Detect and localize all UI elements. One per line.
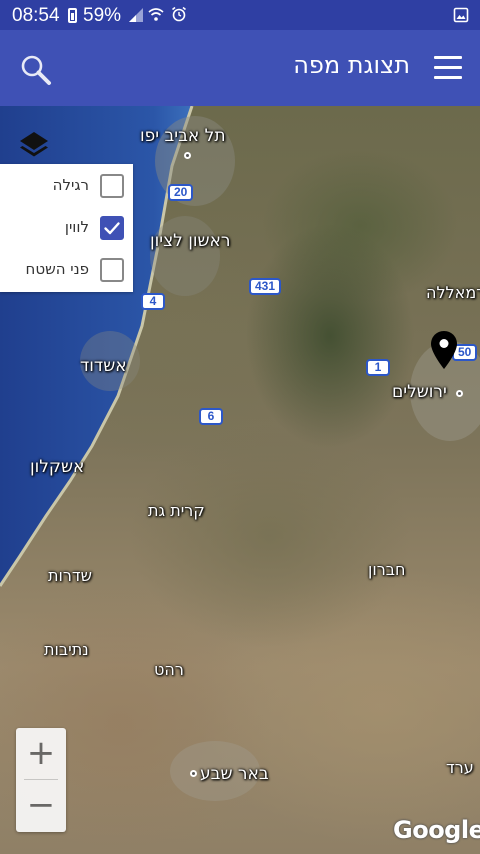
city-label-ashkelon: אשקלון: [30, 457, 85, 477]
city-dot: [184, 152, 191, 159]
city-label-kiryat-gat: קרית גת: [148, 501, 205, 520]
layer-option-label: לווין: [64, 218, 89, 236]
city-label-arad: ערד: [446, 758, 474, 777]
city-label-beer-sheva: באר שבע: [200, 764, 269, 784]
search-icon: [18, 55, 54, 92]
zoom-out-button[interactable]: −: [16, 780, 66, 831]
city-dot: [456, 390, 463, 397]
road-shield-4: 4: [141, 293, 165, 310]
checkmark-icon: [104, 222, 120, 235]
layer-option-label: רגילה: [52, 176, 89, 194]
layer-option-normal[interactable]: רגילה: [0, 166, 133, 206]
status-time: 08:54: [12, 5, 60, 26]
city-label-tel-aviv: תל אביב יפו: [140, 126, 226, 146]
wifi-icon: [148, 6, 164, 27]
layer-option-label: פני השטח: [25, 260, 89, 278]
map-pin-icon[interactable]: [430, 330, 458, 374]
alarm-icon: [171, 6, 187, 27]
status-bar: 08:54 59%: [0, 0, 480, 30]
map-view[interactable]: תל אביב יפו ראשון לציון רמאללה אשדוד ירו…: [0, 106, 480, 854]
road-shield-431: 431: [249, 278, 282, 295]
city-label-rishon: ראשון לציון: [150, 231, 231, 251]
layer-checkbox-satellite[interactable]: [100, 216, 124, 240]
city-label-jerusalem: ירושלים: [392, 382, 447, 402]
city-label-sderot: שדרות: [48, 566, 92, 585]
menu-icon: [434, 56, 462, 59]
battery-percent: 59%: [83, 5, 122, 26]
zoom-control: + −: [16, 728, 66, 832]
app-bar: תצוגת מפה: [0, 30, 480, 106]
city-label-hebron: חברון: [368, 560, 406, 579]
menu-button[interactable]: [434, 56, 462, 80]
road-shield-6: 6: [199, 408, 223, 425]
layer-options-panel: רגילה לווין פני השטח: [0, 164, 133, 292]
image-icon: [453, 7, 469, 28]
city-label-ashdod: אשדוד: [80, 356, 127, 376]
city-dot: [190, 770, 197, 777]
layer-checkbox-normal[interactable]: [100, 174, 124, 198]
layer-option-terrain[interactable]: פני השטח: [0, 250, 133, 290]
city-label-ramallah: רמאללה: [426, 283, 480, 302]
layer-checkbox-terrain[interactable]: [100, 258, 124, 282]
layers-button[interactable]: [16, 128, 52, 164]
page-title: תצוגת מפה: [293, 51, 410, 79]
signal-icon: [129, 8, 143, 27]
city-label-rahat: רהט: [154, 660, 184, 679]
zoom-in-button[interactable]: +: [16, 728, 66, 779]
google-attribution: Google: [393, 816, 480, 844]
road-shield-20: 20: [168, 184, 194, 201]
battery-icon: [68, 8, 77, 23]
layer-option-satellite[interactable]: לווין: [0, 208, 133, 248]
road-shield-1: 1: [366, 359, 390, 376]
city-label-netivot: נתיבות: [44, 640, 89, 659]
search-button[interactable]: [18, 52, 54, 88]
